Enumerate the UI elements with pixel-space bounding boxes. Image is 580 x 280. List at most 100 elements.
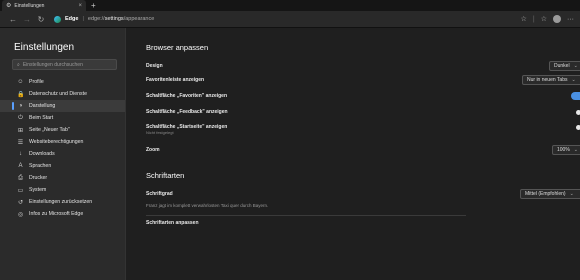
- sidebar-item-label: Drucker: [29, 175, 48, 181]
- sidebar-item-6[interactable]: ↓ Downloads: [0, 148, 125, 160]
- favbar-label: Favoritenleiste anzeigen: [146, 77, 205, 83]
- toolbar-actions: ☆ | ☆ ···: [521, 15, 574, 23]
- sidebar-item-9[interactable]: ▭ System: [0, 184, 125, 196]
- row-design: Design Dunkel ⌄: [146, 59, 580, 73]
- address-separator: |: [82, 16, 84, 22]
- refresh-button[interactable]: ↻: [34, 15, 48, 24]
- tab-settings[interactable]: ⚙ Einstellungen ×: [2, 0, 86, 11]
- design-value: Dunkel: [554, 63, 570, 69]
- customize-fonts-label: Schriftarten anpassen: [146, 220, 199, 226]
- sidebar-item-10[interactable]: ↺ Einstellungen zurücksetzen: [0, 196, 125, 208]
- sidebar-item-label: Downloads: [29, 151, 55, 157]
- sidebar-item-label: Websiteberechtigungen: [29, 139, 84, 145]
- sidebar-search: ⌕: [12, 59, 117, 70]
- design-label: Design: [146, 63, 163, 69]
- forward-button[interactable]: →: [20, 15, 34, 24]
- sidebar-item-1[interactable]: 🔒 Datenschutz und Dienste: [0, 88, 125, 100]
- newtab-icon: ⊞: [17, 127, 24, 134]
- row-favbar: Favoritenleiste anzeigen Nur in neuen Ta…: [146, 73, 580, 87]
- close-icon[interactable]: ×: [78, 3, 82, 9]
- chevron-down-icon: ⌄: [569, 191, 574, 197]
- sidebar-item-label: Beim Start: [29, 115, 54, 121]
- sidebar-item-label: Profile: [29, 79, 44, 85]
- address-bar[interactable]: Edge | edge://settings/appearance: [54, 13, 521, 25]
- row-fav-button: Schaltfläche „Favoriten" anzeigen: [146, 89, 580, 103]
- browser-toolbar: ← → ↻ Edge | edge://settings/appearance …: [0, 11, 580, 28]
- sidebar-item-label: Einstellungen zurücksetzen: [29, 199, 93, 205]
- section-title-browser: Browser anpassen: [146, 43, 209, 52]
- sidebar-item-label: Infos zu Microsoft Edge: [29, 211, 84, 217]
- sidebar-items: ☺ Profile 🔒 Datenschutz und Dienste ◑ Darstel…: [0, 76, 125, 220]
- sidebar-item-4[interactable]: ⊞ Seite „Neuer Tab": [0, 124, 125, 136]
- row-zoom: Zoom 100% ⌄: [146, 143, 580, 157]
- gear-icon: ⚙: [6, 3, 12, 9]
- url-path: /appearance: [123, 16, 155, 22]
- permissions-icon: ☰: [17, 139, 24, 146]
- fav-button-toggle[interactable]: [571, 92, 580, 100]
- favbar-value: Nur in neuen Tabs: [527, 77, 568, 83]
- edge-logo-icon: [54, 15, 61, 23]
- sidebar-item-11[interactable]: ◎ Infos zu Microsoft Edge: [0, 208, 125, 220]
- tab-title: Einstellungen: [14, 2, 45, 9]
- url-prefix: edge://: [87, 16, 105, 22]
- zoom-dropdown[interactable]: 100% ⌄: [552, 145, 580, 155]
- printer-icon: ⎙: [18, 174, 23, 181]
- search-input[interactable]: [22, 61, 112, 68]
- title-bar: ⚙ Einstellungen × +: [0, 0, 580, 11]
- download-icon: ↓: [19, 151, 22, 157]
- settings-sidebar: Einstellungen ⌕ ☺ Profile 🔒 Datenschutz und…: [0, 28, 126, 280]
- home-button-toggle[interactable]: [571, 123, 580, 131]
- new-tab-button[interactable]: +: [91, 1, 96, 11]
- home-button-sublabel: Nicht festgelegt: [146, 130, 174, 135]
- sidebar-item-2[interactable]: ◑ Darstellung: [0, 100, 125, 112]
- design-dropdown[interactable]: Dunkel ⌄: [549, 61, 580, 71]
- reset-icon: ↺: [17, 199, 24, 206]
- toggle-knob: [576, 124, 580, 130]
- sidebar-item-label: System: [29, 187, 47, 193]
- more-icon[interactable]: ···: [567, 16, 574, 23]
- sidebar-item-7[interactable]: A Sprachen: [0, 160, 125, 172]
- feedback-button-toggle[interactable]: [571, 108, 580, 116]
- font-size-dropdown[interactable]: Mittel (Empfohlen) ⌄: [520, 189, 580, 199]
- sidebar-item-3[interactable]: ⏻ Beim Start: [0, 112, 125, 124]
- star-icon[interactable]: ☆: [521, 15, 527, 23]
- edge-icon: ◎: [17, 211, 24, 218]
- zoom-value: 100%: [557, 147, 570, 153]
- avatar[interactable]: [553, 15, 561, 23]
- chevron-down-icon: ⌄: [573, 147, 578, 153]
- row-font-size: Schriftgrad Mittel (Empfohlen) ⌄: [146, 187, 580, 201]
- settings-main: Browser anpassen Design Dunkel ⌄ Favorit…: [126, 28, 580, 280]
- fav-button-label: Schaltfläche „Favoriten" anzeigen: [146, 93, 228, 99]
- search-icon: ⌕: [17, 61, 20, 68]
- sidebar-item-5[interactable]: ☰ Websiteberechtigungen: [0, 136, 125, 148]
- lock-icon: 🔒: [17, 91, 25, 98]
- toggle-knob: [576, 109, 580, 115]
- person-icon: ☺: [17, 79, 24, 85]
- favbar-dropdown[interactable]: Nur in neuen Tabs ⌄: [522, 75, 580, 85]
- language-icon: A: [18, 163, 23, 169]
- sidebar-item-label: Sprachen: [29, 163, 52, 169]
- url-host: settings: [104, 16, 124, 22]
- sidebar-item-0[interactable]: ☺ Profile: [0, 76, 125, 88]
- sidebar-item-label: Darstellung: [29, 103, 56, 109]
- sidebar-item-8[interactable]: ⎙ Drucker: [0, 172, 125, 184]
- toolbar-divider: |: [532, 15, 535, 23]
- address-brand: Edge: [65, 16, 79, 22]
- back-button[interactable]: ←: [6, 15, 20, 24]
- zoom-label: Zoom: [146, 147, 160, 153]
- favorites-icon[interactable]: ☆: [541, 15, 547, 23]
- section-title-fonts: Schriftarten: [146, 171, 185, 180]
- font-size-value: Mittel (Empfohlen): [525, 191, 566, 197]
- sidebar-item-label: Datenschutz und Dienste: [29, 91, 87, 97]
- row-home-button: Schaltfläche „Startseite" anzeigen Nicht…: [146, 120, 580, 135]
- system-icon: ▭: [17, 187, 24, 194]
- power-icon: ⏻: [18, 114, 23, 121]
- font-sample-text: Franz jagt im komplett verwahrlosten Tax…: [146, 203, 269, 208]
- feedback-button-label: Schaltfläche „Feedback" anzeigen: [146, 109, 228, 115]
- address-url: edge://settings/appearance: [88, 16, 154, 22]
- font-size-label: Schriftgrad: [146, 191, 173, 197]
- row-customize-fonts[interactable]: Schriftarten anpassen ›: [146, 216, 580, 230]
- sidebar-item-label: Seite „Neuer Tab": [29, 127, 70, 133]
- row-feedback-button: Schaltfläche „Feedback" anzeigen: [146, 105, 580, 119]
- chevron-down-icon: ⌄: [571, 77, 576, 83]
